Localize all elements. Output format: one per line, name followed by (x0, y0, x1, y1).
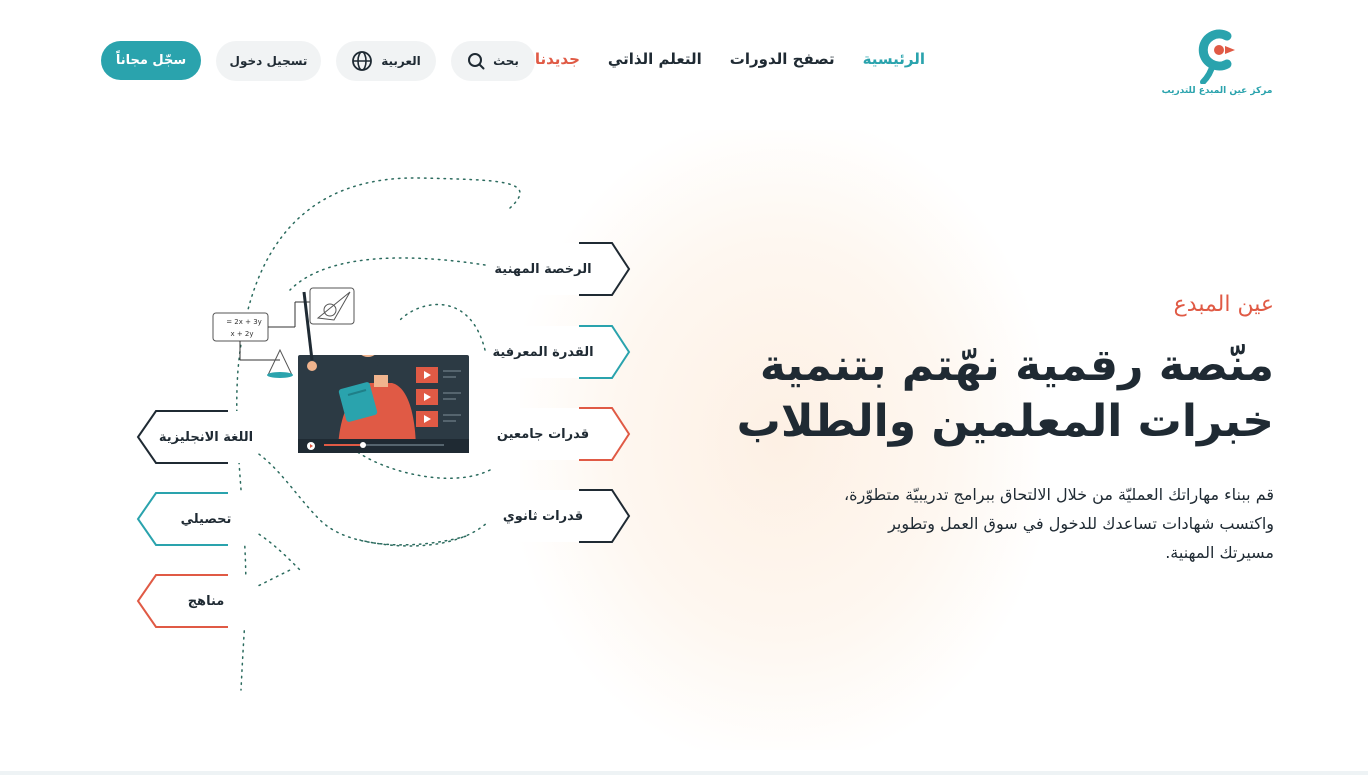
tag-label: تحصيلي (180, 511, 232, 527)
language-label: العربية (381, 54, 421, 68)
logo[interactable]: مركز عين المبدع للتدريب (1162, 26, 1272, 98)
language-switcher[interactable]: العربية (336, 41, 436, 81)
cone-icon (239, 341, 293, 378)
hero-description: قم ببناء مهاراتك العمليّة من خلال الالتح… (774, 480, 1274, 567)
math-formula-top: 2x + 3y = (226, 318, 262, 326)
tag-label: الرخصة المهنية (494, 261, 592, 277)
tag-label: مناهج (187, 593, 225, 609)
teacher-video-illustration (298, 355, 469, 453)
hero-headline-line1: منّصة رقمية نهّتم بتنمية (759, 340, 1274, 391)
pointer-stick (302, 291, 317, 371)
section-divider (0, 771, 1368, 775)
hero-headline: منّصة رقمية نهّتم بتنمية خبرات المعلمين … (714, 338, 1274, 450)
tag-achievement[interactable]: تحصيلي (136, 492, 262, 546)
math-formula-card: 2x + 3y = x + 2y (212, 301, 310, 342)
nav-item-home[interactable]: الرئيسية (863, 50, 925, 68)
hero-description-line1: قم ببناء مهاراتك العمليّة من خلال الالتح… (844, 485, 1274, 504)
tag-secondary-abilities[interactable]: قدرات ثانوي (479, 489, 631, 543)
whats-new-label: جديدنا (534, 50, 580, 68)
login-button[interactable]: تسجيل دخول (216, 41, 321, 81)
register-button[interactable]: سجّل مجاناً (101, 41, 201, 80)
search-label: بحث (493, 54, 519, 68)
tag-english-language[interactable]: اللغة الانجليزية (136, 410, 262, 464)
hero-eyebrow: عين المبدع (1173, 292, 1274, 317)
hero-headline-line2: خبرات المعلمين والطلاب (736, 396, 1274, 447)
logo-text: مركز عين المبدع للتدريب (1161, 86, 1273, 96)
tag-university-abilities[interactable]: قدرات جامعين (479, 407, 631, 461)
logo-mark-icon (1198, 29, 1235, 84)
nav-item-browse-courses[interactable]: تصفح الدورات (730, 50, 835, 68)
tag-label: القدرة المعرفية (492, 344, 594, 360)
tag-professional-license[interactable]: الرخصة المهنية (479, 242, 631, 296)
tag-curricula[interactable]: مناهج (136, 574, 262, 628)
tag-label: اللغة الانجليزية (158, 429, 254, 445)
search-icon (468, 53, 485, 70)
tag-label: قدرات جامعين (496, 426, 590, 442)
hero-description-line3: مسيرتك المهنية. (1165, 543, 1274, 562)
globe-icon (352, 51, 373, 71)
math-formula-bottom: x + 2y (230, 330, 253, 338)
tag-cognitive-ability[interactable]: القدرة المعرفية (479, 325, 631, 379)
nav-item-self-learning[interactable]: التعلم الذاتي (608, 50, 702, 68)
hero-description-line2: واكتسب شهادات تساعدك للدخول في سوق العمل… (888, 514, 1274, 533)
search-button[interactable]: بحث (451, 41, 535, 81)
tag-label: قدرات ثانوي (502, 508, 584, 524)
landing-page: مركز عين المبدع للتدريب الرئيسية تصفح ال… (0, 0, 1368, 775)
main-nav: الرئيسية تصفح الدورات التعلم الذاتي جديد… (519, 50, 925, 68)
